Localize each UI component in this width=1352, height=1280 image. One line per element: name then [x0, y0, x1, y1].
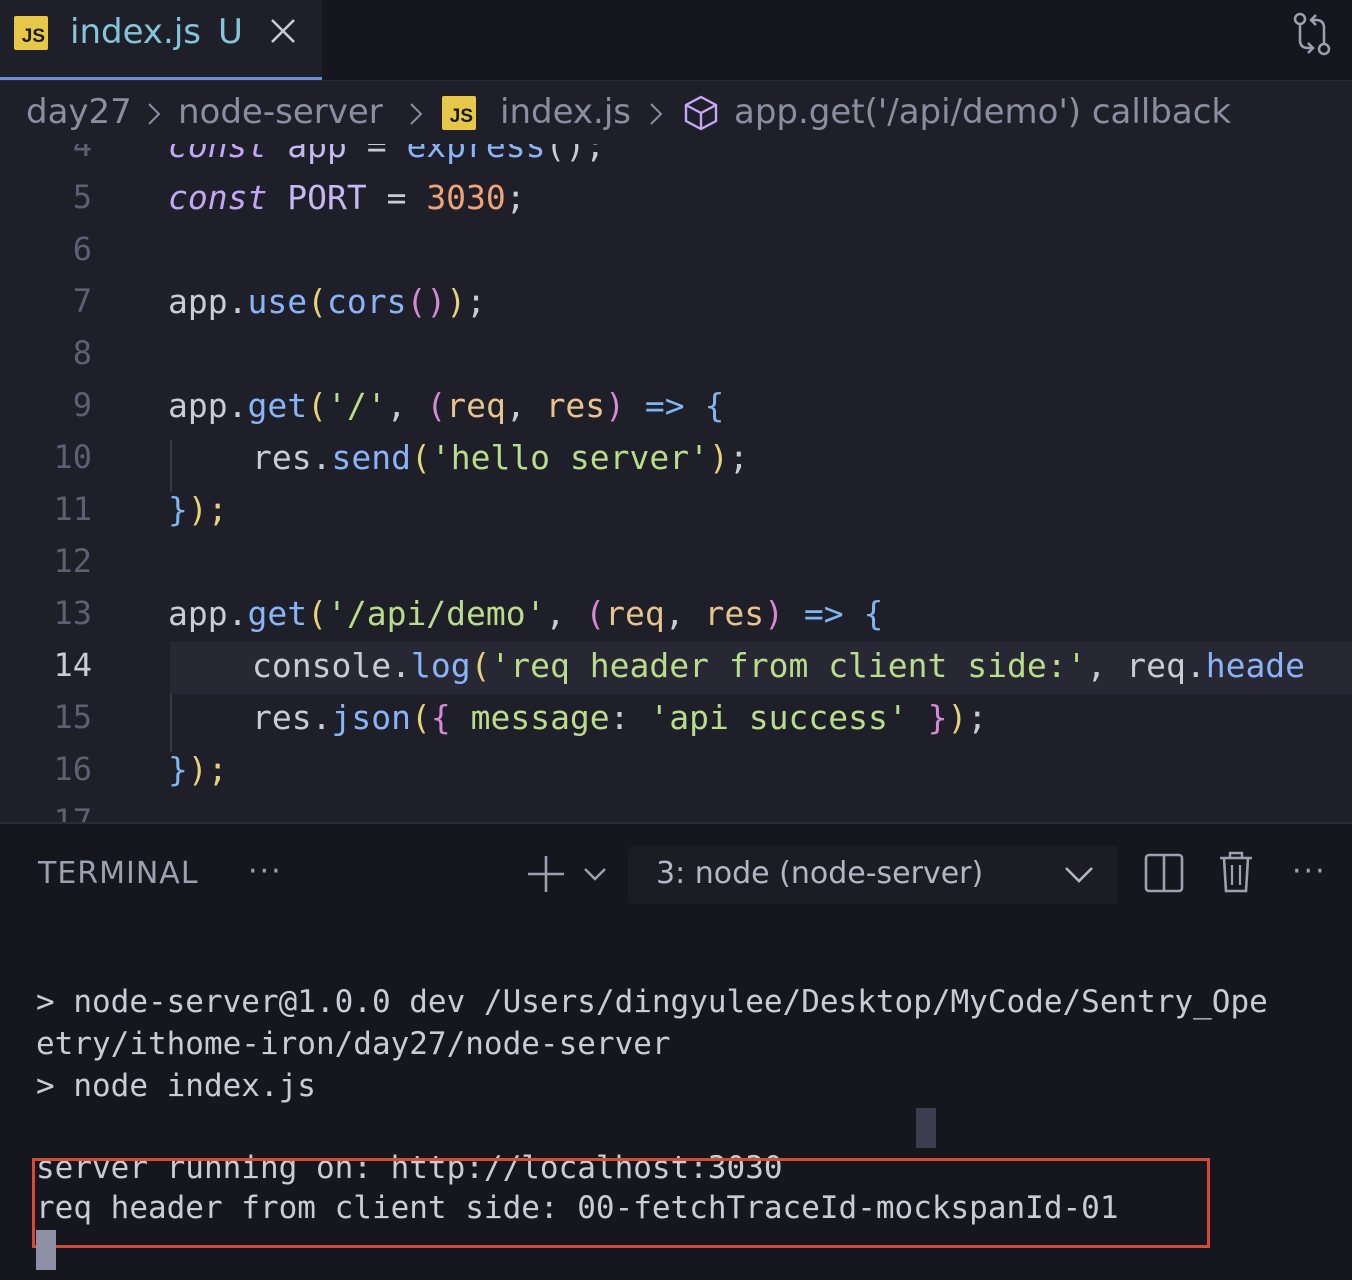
- split-terminal-icon[interactable]: [1144, 852, 1184, 894]
- code-line: 13 app.get('/api/demo', (req, res) => {: [0, 590, 1352, 642]
- line-number: 13: [53, 594, 92, 632]
- breadcrumb-item-node-server[interactable]: node-server: [178, 92, 383, 132]
- line-number: 7: [72, 282, 92, 320]
- code-text: app.get('/', (req, res) => {: [168, 386, 725, 425]
- terminal-select-value: 3: node (node-server): [656, 856, 984, 891]
- code-line: 5 const PORT = 3030;: [0, 174, 1352, 226]
- code-line: 12: [0, 538, 1352, 590]
- tab-filename: index.js: [70, 12, 201, 52]
- code-line: 7 app.use(cors());: [0, 278, 1352, 330]
- code-text: res.json({ message: 'api success' });: [252, 698, 988, 737]
- panel-title: TERMINAL: [38, 856, 199, 891]
- line-number: 14: [53, 646, 92, 684]
- line-number: 4: [72, 144, 92, 164]
- code-text: app.use(cors());: [168, 282, 486, 321]
- trash-icon[interactable]: [1218, 850, 1254, 894]
- chevron-right-icon: [148, 103, 161, 125]
- line-number: 5: [72, 178, 92, 216]
- terminal-panel: TERMINAL ··· 3: node (node-server) ··· >…: [0, 824, 1352, 1280]
- terminal-ghost-cursor: [916, 1108, 936, 1148]
- code-line: 9 app.get('/', (req, res) => {: [0, 382, 1352, 434]
- line-number: 9: [72, 386, 92, 424]
- code-line: 4 const app = express();: [0, 144, 1352, 174]
- line-number: 8: [72, 334, 92, 372]
- line-number: 11: [53, 490, 92, 528]
- close-icon[interactable]: [266, 14, 300, 48]
- code-editor[interactable]: 4 const app = express(); 5 const PORT = …: [0, 144, 1352, 824]
- code-text: console.log('req header from client side…: [252, 646, 1306, 685]
- terminal-output-line: etry/ithome-iron/day27/node-server: [36, 1026, 671, 1062]
- method-cube-icon: [684, 95, 718, 131]
- javascript-file-icon: JS: [14, 16, 48, 50]
- code-line: 6: [0, 226, 1352, 278]
- code-text: });: [168, 750, 228, 789]
- line-number: 15: [53, 698, 92, 736]
- breadcrumb: day27 node-server JS index.js app.get('/…: [0, 82, 1352, 144]
- code-line: 15 res.json({ message: 'api success' });: [0, 694, 1352, 746]
- code-line: 10 res.send('hello server');: [0, 434, 1352, 486]
- code-line: 11 });: [0, 486, 1352, 538]
- chevron-down-icon[interactable]: [582, 864, 608, 884]
- code-text: });: [168, 490, 228, 529]
- code-text: const PORT = 3030;: [168, 178, 526, 217]
- more-actions-icon[interactable]: ···: [1292, 854, 1327, 889]
- breadcrumb-item-day27[interactable]: day27: [26, 92, 132, 132]
- code-text: app.get('/api/demo', (req, res) => {: [168, 594, 884, 633]
- breadcrumb-item-callback[interactable]: app.get('/api/demo') callback: [734, 92, 1231, 132]
- annotation-highlight-box: [32, 1158, 1210, 1248]
- terminal-output-line: > node-server@1.0.0 dev /Users/dingyulee…: [36, 984, 1268, 1020]
- tab-index-js[interactable]: JS index.js U: [0, 0, 322, 80]
- code-line-current: 14 console.log('req header from client s…: [0, 642, 1352, 694]
- editor-tab-bar: JS index.js U: [0, 0, 1352, 81]
- code-text: const app = express();: [168, 144, 606, 165]
- open-changes-icon[interactable]: [1290, 10, 1334, 58]
- line-number: 12: [53, 542, 92, 580]
- new-terminal-plus-icon[interactable]: [526, 854, 566, 894]
- line-number: 16: [53, 750, 92, 788]
- code-line: 17: [0, 798, 1352, 824]
- line-number: 17: [53, 802, 92, 824]
- javascript-file-icon: JS: [442, 96, 476, 130]
- code-line: 16 });: [0, 746, 1352, 798]
- code-line: 8: [0, 330, 1352, 382]
- terminal-output-line: > node index.js: [36, 1068, 316, 1104]
- breadcrumb-item-index-js[interactable]: index.js: [500, 92, 631, 132]
- untracked-status-badge: U: [218, 12, 243, 52]
- line-number: 10: [53, 438, 92, 476]
- more-actions-icon[interactable]: ···: [248, 854, 283, 889]
- line-number: 6: [72, 230, 92, 268]
- chevron-right-icon: [410, 103, 423, 125]
- terminal-cursor: [36, 1230, 56, 1270]
- chevron-right-icon: [650, 103, 663, 125]
- code-text: res.send('hello server');: [252, 438, 749, 477]
- chevron-down-icon: [1065, 867, 1093, 883]
- terminal-select-dropdown[interactable]: 3: node (node-server): [628, 846, 1118, 904]
